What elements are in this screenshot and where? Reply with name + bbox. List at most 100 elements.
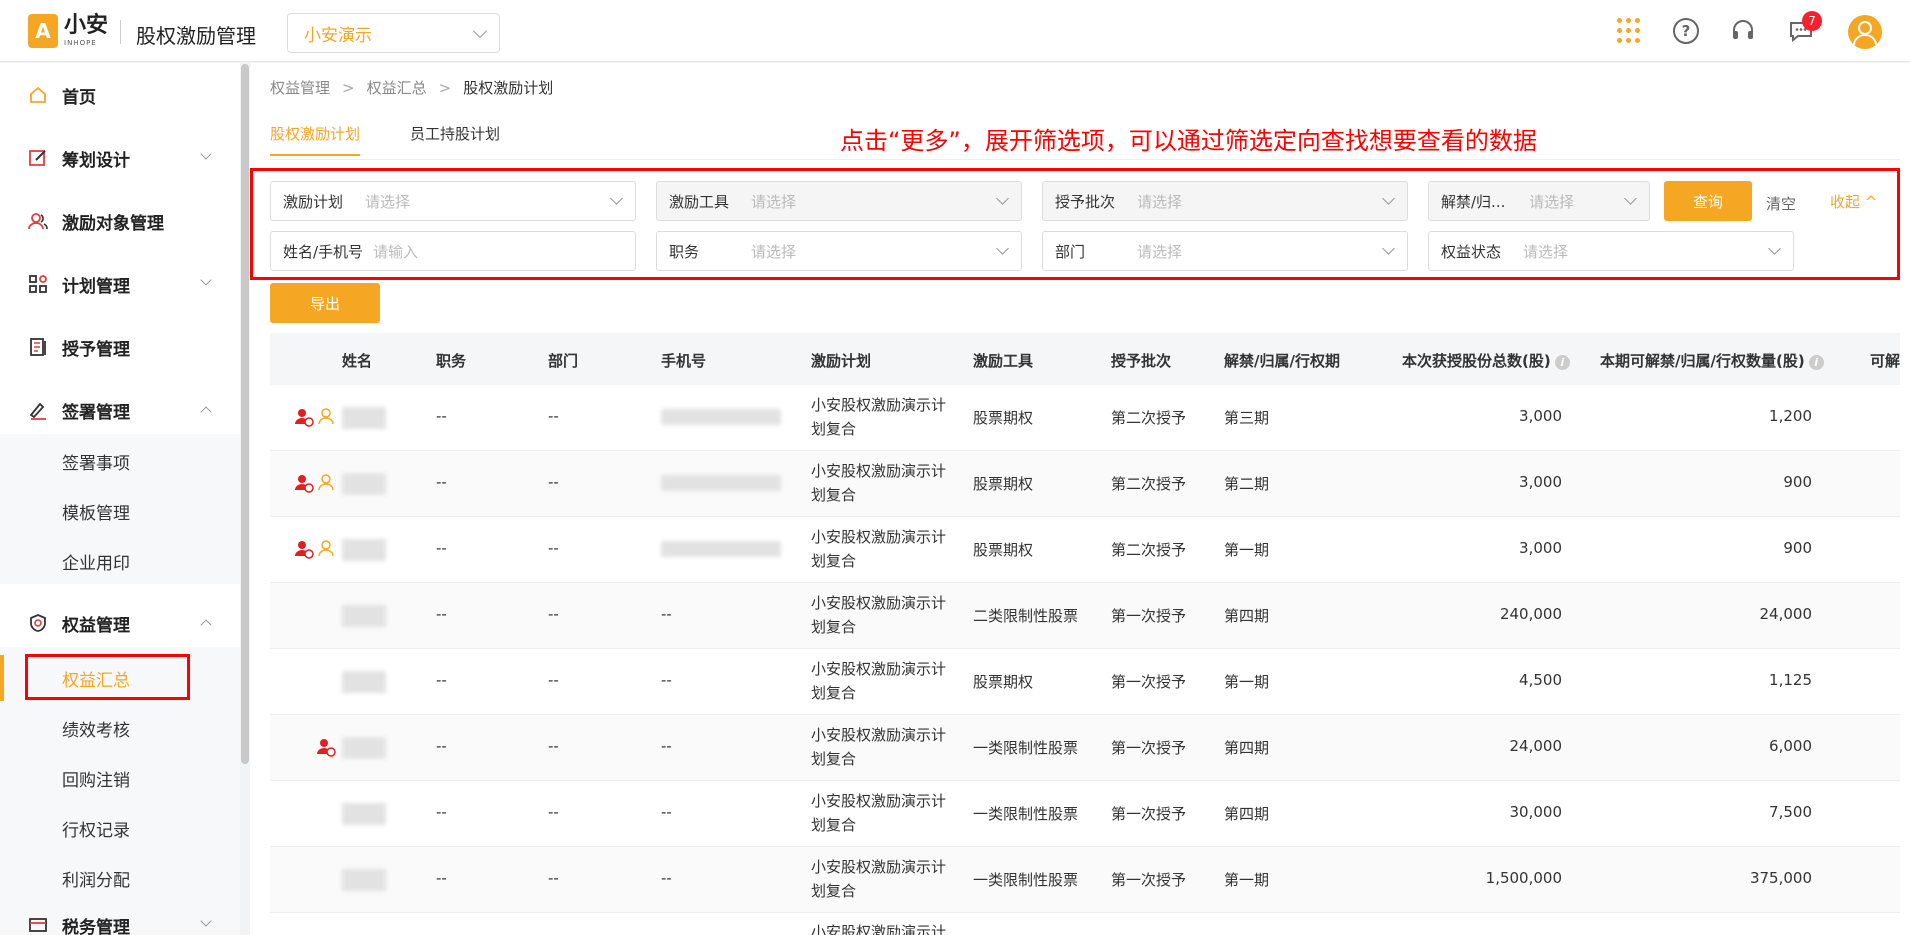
submenu-item-profit-distribution[interactable]: 利润分配: [62, 866, 130, 891]
submenu-item-templates[interactable]: 模板管理: [62, 499, 130, 524]
submenu-item-exercise-records[interactable]: 行权记录: [62, 816, 130, 841]
table-row-partial[interactable]: 小安股权激励演示计: [270, 913, 1900, 935]
filter-incentive-tool[interactable]: 激励工具 请选择: [656, 181, 1022, 221]
app-logo[interactable]: A 小安 INHOPE: [28, 14, 108, 48]
tab-equity-incentive-plan[interactable]: 股权激励计划: [270, 123, 361, 156]
company-select[interactable]: 小安演示: [287, 13, 500, 53]
export-button[interactable]: 导出: [270, 283, 380, 323]
cell-current-shares: 24,000: [1759, 605, 1813, 623]
apps-icon: [29, 275, 47, 293]
table-row[interactable]: -- -- -- 小安股权激励演示计划复合 一类限制性股票 第一次授予 第一期 1,500,0…: [270, 847, 1900, 913]
column-header-tool[interactable]: 激励工具: [973, 350, 1033, 371]
column-header-total-shares[interactable]: 本次获授股份总数(股) i: [1402, 350, 1570, 371]
filter-incentive-plan[interactable]: 激励计划 请选择: [270, 181, 636, 221]
collapse-filters-button[interactable]: 收起 ^: [1830, 191, 1877, 212]
filter-equity-status[interactable]: 权益状态 请选择: [1428, 231, 1794, 271]
chevron-down-icon: [200, 274, 212, 286]
cell-plan: 小安股权激励演示计划复合: [811, 462, 947, 504]
user-outline-icon: [318, 408, 334, 425]
submenu-item-sign-matters[interactable]: 签署事项: [62, 449, 130, 474]
column-header-period[interactable]: 解禁/归属/行权期: [1224, 350, 1340, 371]
sidebar-item-tax[interactable]: 税务管理: [0, 901, 240, 935]
badge-icon: [30, 614, 46, 632]
breadcrumb: 权益管理 > 权益汇总 > 股权激励计划: [270, 77, 553, 98]
cell-batch: 第一次授予: [1111, 805, 1187, 823]
cell-batch: 第二次授予: [1111, 409, 1187, 427]
logo-name: 小安: [64, 13, 109, 38]
highlight-box-equity-summary: [25, 654, 190, 700]
column-header-phone[interactable]: 手机号: [661, 350, 706, 371]
filter-department[interactable]: 部门 请选择: [1042, 231, 1408, 271]
sign-icon: [29, 402, 46, 420]
cell-tool: 一类限制性股票: [973, 871, 1079, 889]
column-header-current-shares[interactable]: 本期可解禁/归属/行权数量(股) i: [1600, 350, 1824, 371]
help-icon[interactable]: ?: [1673, 18, 1699, 44]
submenu-item-company-seal[interactable]: 企业用印: [62, 549, 130, 574]
user-avatar-icon[interactable]: [1848, 15, 1882, 49]
filter-grant-batch[interactable]: 授予批次 请选择: [1042, 181, 1408, 221]
cell-period: 第四期: [1224, 805, 1270, 823]
sidebar-item-planning[interactable]: 筹划设计: [0, 134, 240, 182]
cell-total-shares: 3,000: [1519, 407, 1562, 425]
edit-icon: [29, 150, 46, 166]
cell-current-shares: 1,125: [1769, 671, 1812, 689]
column-header-truncated[interactable]: 可解: [1870, 350, 1900, 371]
submenu-item-repurchase[interactable]: 回购注销: [62, 766, 130, 791]
table-row[interactable]: -- -- -- 小安股权激励演示计划复合 一类限制性股票 第一次授予 第四期 30,000 7…: [270, 781, 1900, 847]
column-header-department[interactable]: 部门: [548, 350, 578, 371]
blurred-name: [342, 671, 386, 693]
table-row[interactable]: -- -- -- 小安股权激励演示计划复合 一类限制性股票 第一次授予 第四期 24,000 6…: [270, 715, 1900, 781]
filter-label: 激励工具: [669, 192, 730, 211]
info-icon[interactable]: i: [1554, 355, 1570, 370]
sidebar-item-grants[interactable]: 授予管理: [0, 323, 240, 371]
blurred-name: [342, 869, 386, 891]
apps-grid-icon[interactable]: [1617, 18, 1643, 44]
column-header-batch[interactable]: 授予批次: [1111, 350, 1171, 371]
cell-period: 第一期: [1224, 673, 1270, 691]
column-header-name[interactable]: 姓名: [342, 350, 372, 371]
cell-period: 第一期: [1224, 541, 1270, 559]
table-row[interactable]: -- -- -- 小安股权激励演示计划复合 股票期权 第一次授予 第一期 4,500 1,125: [270, 649, 1900, 715]
submenu-item-performance[interactable]: 绩效考核: [62, 716, 130, 741]
sidebar-item-label: 授予管理: [62, 339, 130, 360]
breadcrumb-item[interactable]: 权益管理: [270, 77, 330, 98]
sidebar-item-signing[interactable]: 签署管理: [0, 386, 240, 434]
cell-position: --: [436, 737, 447, 755]
cell-tool: 股票期权: [973, 673, 1034, 691]
sidebar-item-equity[interactable]: 权益管理: [0, 599, 240, 647]
filter-placeholder: 请选择: [751, 242, 797, 261]
sidebar-item-home[interactable]: 首页: [0, 71, 240, 119]
cell-position: --: [436, 803, 447, 821]
table-row[interactable]: -- -- -- 小安股权激励演示计划复合 二类限制性股票 第一次授予 第四期 240,000…: [270, 583, 1900, 649]
cell-batch: 第一次授予: [1111, 739, 1187, 757]
cell-batch: 第一次授予: [1111, 673, 1187, 691]
filter-placeholder: 请选择: [751, 192, 797, 211]
tab-employee-stock-plan[interactable]: 员工持股计划: [410, 123, 500, 156]
filter-placeholder: 请选择: [1137, 192, 1183, 211]
active-indicator: [0, 655, 4, 701]
table-row[interactable]: -- -- 小安股权激励演示计划复合 股票期权 第二次授予 第二期 3,000 900: [270, 451, 1900, 517]
clear-button[interactable]: 清空: [1766, 193, 1796, 214]
sidebar-scroll-thumb[interactable]: [241, 64, 249, 764]
filter-name-phone[interactable]: 姓名/手机号 请输入: [270, 231, 636, 271]
cell-phone: --: [661, 737, 672, 755]
sidebar-item-participants[interactable]: 激励对象管理: [0, 197, 240, 245]
filter-position[interactable]: 职务 请选择: [656, 231, 1022, 271]
info-icon[interactable]: i: [1808, 355, 1824, 370]
column-header-position[interactable]: 职务: [436, 350, 466, 371]
filter-label: 授予批次: [1055, 192, 1116, 211]
cell-phone: --: [661, 869, 672, 887]
sidebar-item-plans[interactable]: 计划管理: [0, 260, 240, 308]
cell-phone: --: [661, 605, 672, 623]
cell-phone: --: [661, 803, 672, 821]
cell-total-shares: 30,000: [1509, 803, 1563, 821]
column-header-plan[interactable]: 激励计划: [811, 350, 871, 371]
sidebar-item-label: 税务管理: [62, 917, 130, 935]
breadcrumb-item[interactable]: 权益汇总: [367, 77, 427, 98]
query-button[interactable]: 查询: [1664, 181, 1752, 221]
cell-batch: 第一次授予: [1111, 871, 1187, 889]
filter-vesting-period[interactable]: 解禁/归... 请选择: [1428, 181, 1650, 221]
table-row[interactable]: -- -- 小安股权激励演示计划复合 股票期权 第二次授予 第三期 3,000 1,200: [270, 385, 1900, 451]
table-row[interactable]: -- -- 小安股权激励演示计划复合 股票期权 第二次授予 第一期 3,000 900: [270, 517, 1900, 583]
support-headset-icon[interactable]: [1730, 18, 1756, 44]
